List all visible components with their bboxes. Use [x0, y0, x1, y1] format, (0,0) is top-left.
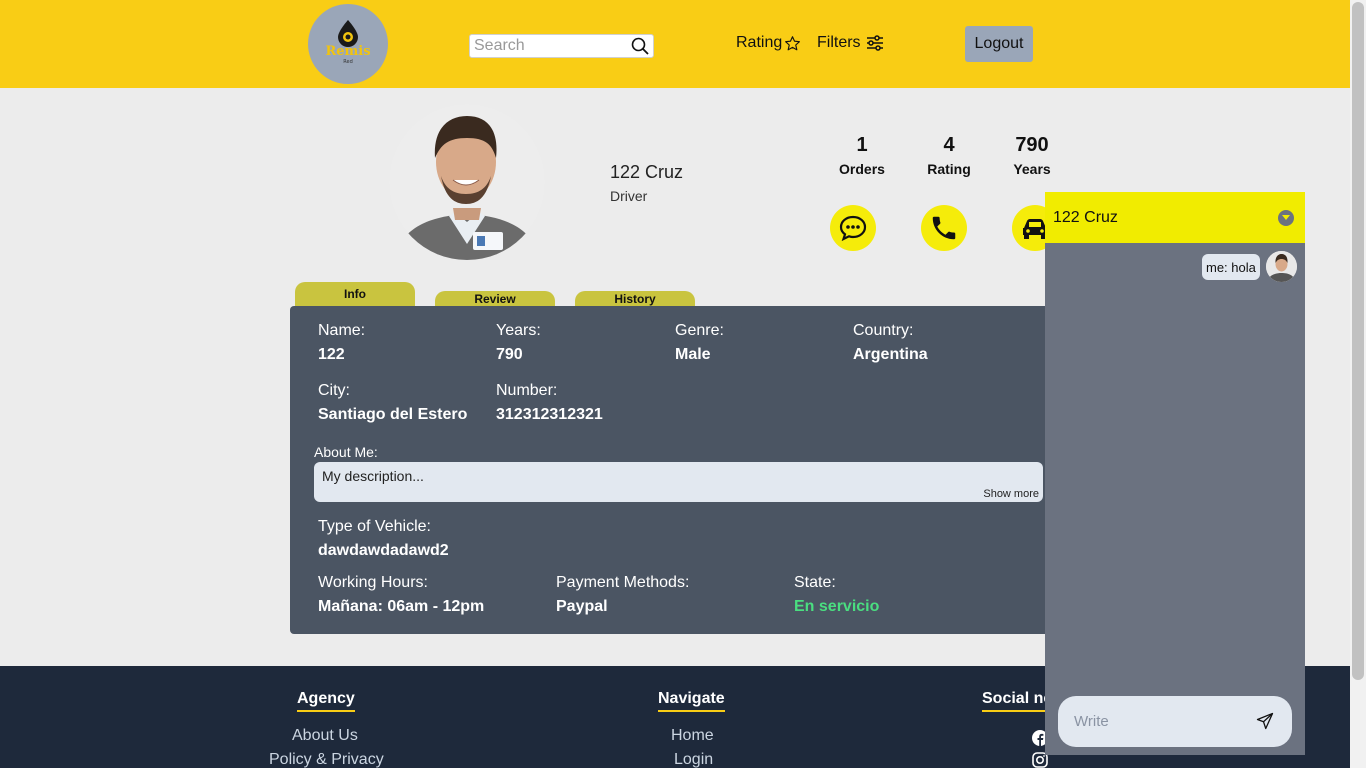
tab-info[interactable]: Info [295, 282, 415, 308]
footer-link-policy[interactable]: Policy & Privacy [269, 751, 384, 768]
field-city-value: Santiago del Estero [318, 406, 468, 423]
search-input[interactable] [470, 37, 627, 55]
field-city: City: Santiago del Estero [318, 382, 467, 424]
chat-icon [839, 215, 867, 242]
footer-link-about[interactable]: About Us [292, 727, 358, 745]
logo[interactable]: Remis Red [308, 4, 388, 84]
footer-agency-title: Agency [297, 690, 355, 712]
stat-orders-label: Orders [839, 161, 885, 177]
rating-label: Rating [736, 34, 783, 51]
search-icon[interactable] [627, 37, 653, 55]
field-hours-value: Mañana: 06am - 12pm [318, 598, 485, 615]
send-icon[interactable] [1256, 712, 1274, 734]
field-number: Number: 312312312321 [496, 382, 603, 424]
field-hours: Working Hours: Mañana: 06am - 12pm [318, 574, 484, 616]
driver-photo [389, 104, 545, 260]
field-country-value: Argentina [853, 346, 928, 363]
filters-link[interactable]: Filters [817, 34, 884, 52]
about-box: My description... Show more [314, 462, 1043, 502]
field-name-value: 122 [318, 346, 345, 363]
field-genre-label: Genre: [675, 322, 724, 339]
stat-years: 790 Years [997, 134, 1067, 177]
stat-rating: 4 Rating [914, 134, 984, 177]
field-years: Years: 790 [496, 322, 541, 364]
field-vehicle-value: dawdawdadawd2 [318, 542, 449, 559]
chat-avatar [1266, 251, 1297, 282]
logo-text: Remis [325, 44, 371, 59]
field-name-label: Name: [318, 322, 366, 339]
chat-message: me: hola [1202, 254, 1260, 280]
field-years-value: 790 [496, 346, 523, 363]
footer-social-title: Social ne [982, 690, 1053, 712]
top-header: Remis Red Rating Filters Logout [0, 0, 1350, 88]
chat-input-box [1058, 696, 1292, 747]
field-payment-value: Paypal [556, 598, 608, 615]
field-genre: Genre: Male [675, 322, 724, 364]
field-state: State: En servicio [794, 574, 879, 616]
chat-header[interactable]: 122 Cruz [1045, 192, 1305, 243]
stat-orders: 1 Orders [827, 134, 897, 177]
about-label: About Me: [314, 444, 378, 460]
logo-subtext: Red [343, 59, 353, 65]
field-years-label: Years: [496, 322, 541, 339]
field-country-label: Country: [853, 322, 914, 339]
rating-link[interactable]: Rating [736, 34, 801, 52]
field-hours-label: Working Hours: [318, 574, 428, 591]
footer-navigate-title: Navigate [658, 690, 725, 712]
field-state-label: State: [794, 574, 836, 591]
field-state-value: En servicio [794, 598, 880, 615]
call-button[interactable] [921, 205, 967, 251]
footer-link-login[interactable]: Login [674, 751, 713, 768]
chevron-down-icon[interactable] [1278, 210, 1294, 226]
field-number-label: Number: [496, 382, 558, 399]
profile-role: Driver [610, 188, 648, 204]
field-city-label: City: [318, 382, 350, 399]
logout-button[interactable]: Logout [965, 26, 1033, 62]
chat-input[interactable] [1074, 713, 1244, 730]
field-genre-value: Male [675, 346, 711, 363]
about-text: My description... [322, 468, 424, 484]
profile-avatar [389, 104, 545, 260]
stat-years-label: Years [1013, 161, 1051, 177]
chat-window: 122 Cruz me: hola [1045, 192, 1305, 755]
field-vehicle: Type of Vehicle: dawdawdadawd2 [318, 518, 449, 560]
field-number-value: 312312312321 [496, 406, 603, 423]
stat-rating-value: 4 [943, 134, 955, 156]
field-payment: Payment Methods: Paypal [556, 574, 689, 616]
footer-link-home[interactable]: Home [671, 727, 714, 745]
phone-icon [932, 216, 956, 240]
filters-label: Filters [817, 34, 861, 51]
chat-title: 122 Cruz [1053, 209, 1118, 226]
stat-rating-label: Rating [927, 161, 971, 177]
stat-years-value: 790 [1015, 134, 1049, 156]
sliders-icon [866, 35, 883, 51]
field-vehicle-label: Type of Vehicle: [318, 518, 431, 535]
chat-button[interactable] [830, 205, 876, 251]
field-payment-label: Payment Methods: [556, 574, 690, 591]
stat-orders-value: 1 [856, 134, 868, 156]
profile-name: 122 Cruz [610, 162, 684, 182]
logo-drop-icon [338, 20, 358, 47]
star-icon [785, 35, 801, 50]
scrollbar-thumb[interactable] [1352, 2, 1364, 680]
show-more-link[interactable]: Show more [983, 488, 1039, 500]
search-bar [469, 34, 654, 58]
field-name: Name: 122 [318, 322, 365, 364]
field-country: Country: Argentina [853, 322, 928, 364]
